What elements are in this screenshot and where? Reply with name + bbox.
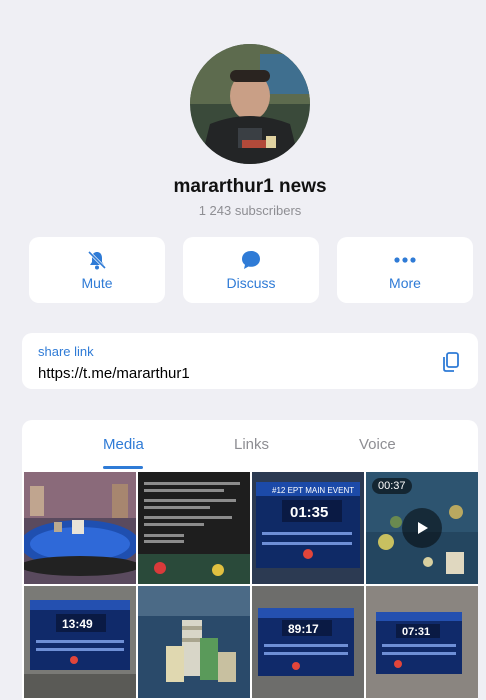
share-link-url[interactable]: https://t.me/mararthur1 <box>38 365 190 382</box>
scoreboard-time-3: 89:17 <box>288 622 319 636</box>
video-duration-badge: 00:37 <box>372 478 412 494</box>
tab-media[interactable]: Media <box>103 436 144 453</box>
mute-label: Mute <box>81 275 113 291</box>
scoreboard-time-2: 13:49 <box>62 617 93 631</box>
media-thumbnail-scoreboard-3[interactable]: 89:17 <box>252 586 364 698</box>
media-thumbnail-poker-table[interactable] <box>24 472 136 584</box>
avatar-photo <box>190 44 310 164</box>
media-thumbnail-scoreboard-4[interactable]: 07:31 <box>366 586 478 698</box>
more-button[interactable]: More <box>337 237 473 303</box>
media-thumbnail-scoreboard-2[interactable]: 13:49 <box>24 586 136 698</box>
scoreboard-header: #12 EPT MAIN EVENT <box>272 486 354 495</box>
tab-voice[interactable]: Voice <box>359 436 396 453</box>
more-label: More <box>389 275 421 291</box>
scoreboard-time: 01:35 <box>290 504 328 521</box>
tab-links[interactable]: Links <box>234 436 269 453</box>
scoreboard-time-4: 07:31 <box>402 626 430 638</box>
discuss-label: Discuss <box>226 275 276 291</box>
ellipsis-icon <box>393 249 417 271</box>
subscriber-count: 1 243 subscribers <box>198 203 302 218</box>
mute-button[interactable]: Mute <box>29 237 165 303</box>
media-thumbnail-video[interactable]: 00:37 <box>366 472 478 584</box>
media-thumbnail-text-post[interactable] <box>138 472 250 584</box>
share-link-caption: share link <box>38 344 94 359</box>
discuss-button[interactable]: Discuss <box>183 237 319 303</box>
active-tab-indicator <box>103 466 143 469</box>
play-icon[interactable] <box>402 508 442 548</box>
channel-title: mararthur1 news <box>173 176 327 197</box>
bell-slash-icon <box>86 249 108 271</box>
shared-media-panel: Media Links Voice #12 EPT MAIN EVENT 01:… <box>22 420 478 700</box>
media-thumbnail-chips[interactable] <box>138 586 250 698</box>
copy-icon[interactable] <box>440 351 462 373</box>
chat-bubble-icon <box>240 249 262 271</box>
media-thumbnail-scoreboard-1[interactable]: #12 EPT MAIN EVENT 01:35 <box>252 472 364 584</box>
share-link-card[interactable]: share link https://t.me/mararthur1 <box>22 333 478 389</box>
channel-avatar[interactable] <box>190 44 310 164</box>
